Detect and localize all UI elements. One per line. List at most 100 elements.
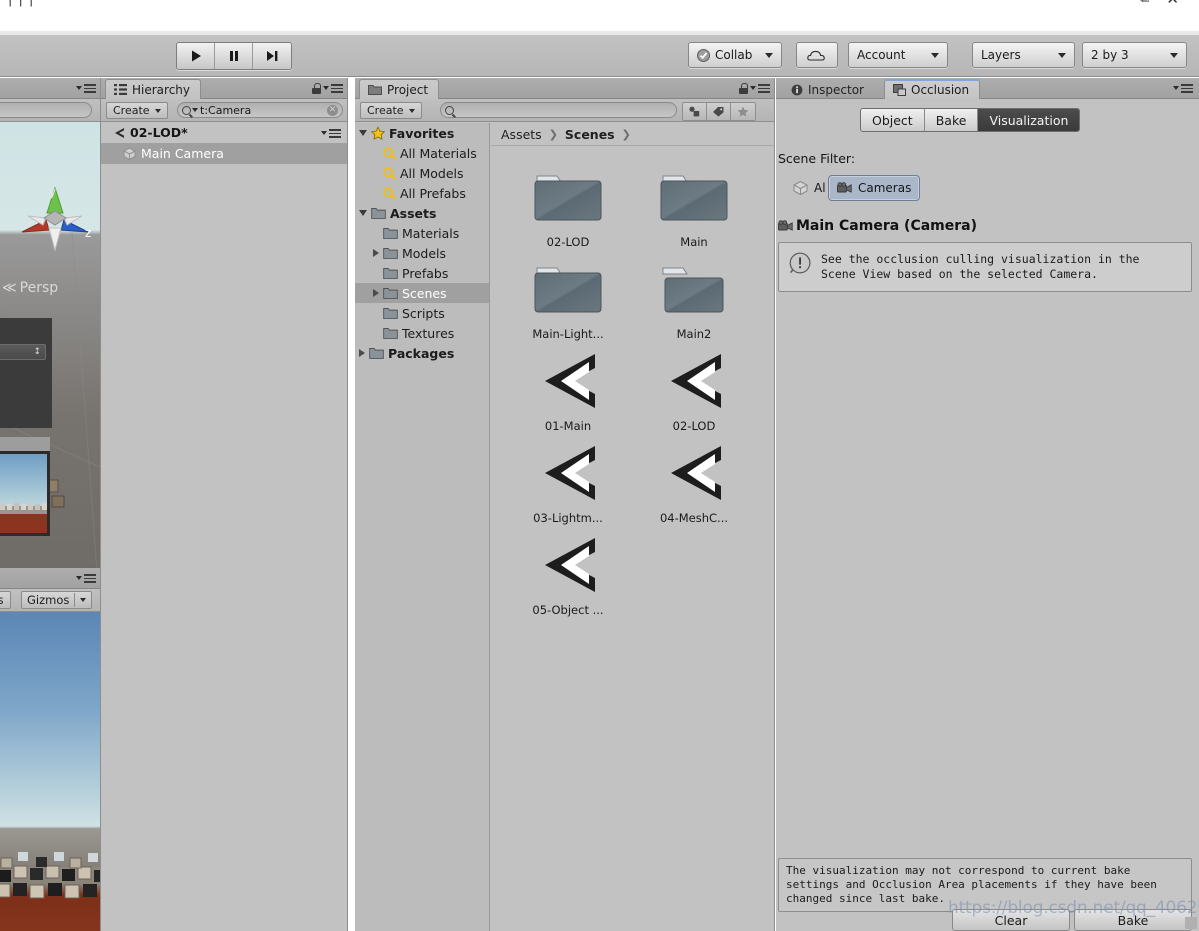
- scene-filter-all-button[interactable]: Al: [784, 175, 834, 201]
- lock-icon[interactable]: [739, 82, 748, 94]
- tab-inspector[interactable]: Inspector: [782, 79, 875, 99]
- hierarchy-scene-row[interactable]: 02-LOD*: [101, 122, 347, 143]
- project-tree-item-favorites[interactable]: Favorites: [355, 123, 489, 143]
- step-button[interactable]: [253, 43, 291, 69]
- project-tree: Favorites All Materials All Models All Pref…: [355, 123, 490, 931]
- stats-button[interactable]: ts: [0, 591, 11, 609]
- occlusion-mode-bake[interactable]: Bake: [924, 109, 979, 131]
- close-icon[interactable]: ✕: [1166, 0, 1179, 8]
- lock-icon[interactable]: [312, 82, 321, 94]
- project-tree-item-textures[interactable]: Textures: [355, 323, 489, 343]
- project-tree-item-all-models[interactable]: All Models: [355, 163, 489, 183]
- chevron-right-icon[interactable]: [373, 249, 379, 257]
- asset-item[interactable]: Main: [631, 165, 757, 249]
- project-tree-item-label: Assets: [390, 205, 437, 221]
- folder-icon: [369, 348, 384, 359]
- favorite-star-icon[interactable]: [731, 103, 755, 120]
- scene-viewport[interactable]: y z ≪ Persp g ↕: [0, 122, 100, 568]
- tab-hierarchy[interactable]: Hierarchy: [105, 79, 202, 99]
- collab-check-icon: [697, 48, 710, 62]
- camera-icon: [778, 220, 793, 231]
- window-titlebar: | | | ⧉ ✕: [0, 0, 1199, 31]
- gizmos-button[interactable]: Gizmos: [21, 591, 93, 609]
- hierarchy-scene-name: 02-LOD*: [130, 125, 188, 140]
- unity-scene-icon: [545, 446, 595, 500]
- project-tree-item-label: Scenes: [402, 285, 447, 301]
- occlusion-help-box: See the occlusion culling visualization …: [778, 242, 1192, 292]
- asset-item[interactable]: 02-LOD: [631, 349, 757, 433]
- scene-orientation-gizmo[interactable]: y z: [16, 180, 94, 258]
- hierarchy-search-input[interactable]: t:Camera ✕: [177, 102, 343, 118]
- asset-item[interactable]: 01-Main: [505, 349, 631, 433]
- chevron-down-icon[interactable]: [359, 210, 367, 216]
- tab-project[interactable]: Project: [359, 79, 440, 99]
- project-tree-item-scripts[interactable]: Scripts: [355, 303, 489, 323]
- overlay-dropdown[interactable]: ↕: [0, 344, 46, 360]
- account-button[interactable]: Account: [848, 42, 948, 68]
- project-options[interactable]: [739, 82, 770, 95]
- project-tree-item-label: Textures: [402, 325, 455, 341]
- chevron-right-icon[interactable]: [373, 289, 379, 297]
- project-create-button[interactable]: Create: [360, 102, 422, 119]
- unity-scene-icon: [671, 446, 721, 500]
- inspector-options[interactable]: [1173, 82, 1193, 95]
- hierarchy-search-value: t:Camera: [200, 103, 252, 117]
- clear-search-icon[interactable]: ✕: [327, 104, 338, 116]
- layout-button[interactable]: 2 by 3: [1082, 42, 1187, 68]
- filter-by-type-icon[interactable]: [683, 103, 707, 120]
- project-tree-item-assets[interactable]: Assets: [355, 203, 489, 223]
- scene-view-tabrow: [0, 78, 100, 99]
- project-tree-item-label: Favorites: [389, 125, 455, 141]
- project-tabrow: Project: [355, 78, 774, 99]
- collab-button[interactable]: Collab: [688, 42, 782, 68]
- folder-icon: [383, 268, 398, 279]
- asset-item[interactable]: 02-LOD: [505, 165, 631, 249]
- chevron-right-icon[interactable]: [359, 349, 365, 357]
- asset-item[interactable]: Main-Light...: [505, 257, 631, 341]
- project-tree-item-models[interactable]: Models: [355, 243, 489, 263]
- resize-grip[interactable]: [1185, 917, 1197, 929]
- project-tree-item-all-materials[interactable]: All Materials: [355, 143, 489, 163]
- hierarchy-options[interactable]: [312, 82, 343, 95]
- hierarchy-scene-menu[interactable]: [321, 127, 341, 140]
- game-view-options[interactable]: [76, 572, 96, 585]
- layers-label: Layers: [981, 48, 1021, 62]
- restore-icon[interactable]: ⧉: [1140, 0, 1149, 6]
- scene-search-input[interactable]: [0, 102, 92, 118]
- asset-thumbnail: [505, 441, 631, 505]
- asset-label: 03-Lightm...: [533, 511, 603, 525]
- menu-icon: [758, 82, 770, 95]
- hierarchy-create-button[interactable]: Create: [106, 102, 168, 119]
- asset-item[interactable]: 04-MeshC...: [631, 441, 757, 525]
- cloud-button[interactable]: [796, 42, 838, 68]
- project-filter-buttons: [682, 102, 756, 121]
- asset-label: 05-Object ...: [532, 603, 604, 617]
- asset-item[interactable]: Main2: [631, 257, 757, 341]
- chevron-down-icon[interactable]: [359, 130, 367, 136]
- play-button[interactable]: [177, 43, 215, 69]
- project-tree-item-packages[interactable]: Packages: [355, 343, 489, 363]
- project-tree-item-prefabs[interactable]: Prefabs: [355, 263, 489, 283]
- project-search-input[interactable]: [440, 102, 677, 118]
- hierarchy-item-main-camera[interactable]: Main Camera: [101, 143, 347, 164]
- asset-item[interactable]: 03-Lightm...: [505, 441, 631, 525]
- breadcrumb-item-assets[interactable]: Assets: [501, 127, 542, 142]
- occlusion-mode-visualization[interactable]: Visualization: [978, 109, 1080, 131]
- scene-view-options[interactable]: [76, 82, 96, 95]
- asset-item[interactable]: 05-Object ...: [505, 533, 631, 617]
- filter-by-label-icon[interactable]: [707, 103, 731, 120]
- pause-button[interactable]: [215, 43, 253, 69]
- game-viewport[interactable]: [0, 612, 100, 931]
- occlusion-mode-object[interactable]: Object: [861, 109, 925, 131]
- project-tree-item-scenes[interactable]: Scenes: [355, 283, 489, 303]
- project-tree-item-all-prefabs[interactable]: All Prefabs: [355, 183, 489, 203]
- scene-filter-cameras-button[interactable]: Cameras: [828, 175, 921, 201]
- layers-button[interactable]: Layers: [972, 42, 1075, 68]
- chevron-down-icon: [76, 576, 82, 581]
- project-tree-item-materials[interactable]: Materials: [355, 223, 489, 243]
- breadcrumb-item-scenes[interactable]: Scenes: [565, 127, 615, 142]
- occlusion-selection-label: Main Camera (Camera): [796, 218, 978, 234]
- tab-occlusion[interactable]: Occlusion: [884, 79, 981, 99]
- game-view-toolbar: ts Gizmos: [0, 589, 100, 612]
